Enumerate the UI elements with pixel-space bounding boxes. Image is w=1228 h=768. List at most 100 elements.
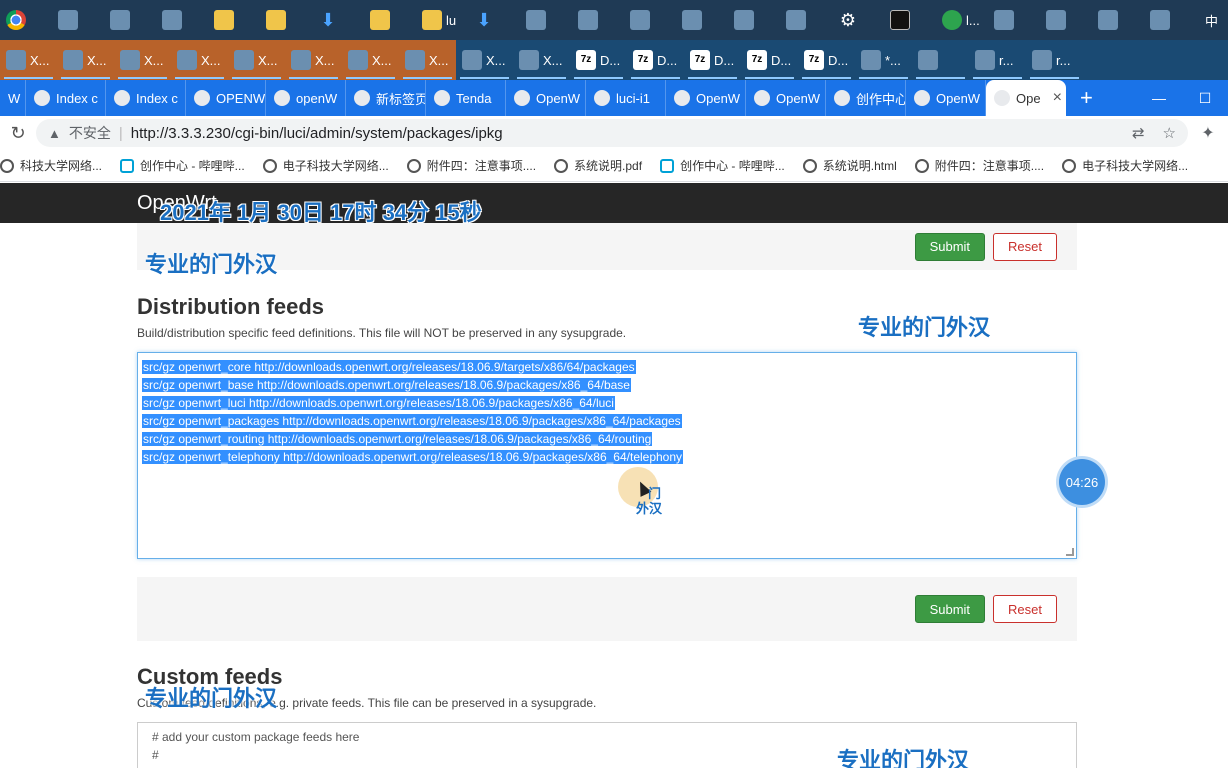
taskbar-item[interactable] (104, 0, 156, 40)
submit-button[interactable]: Submit (914, 595, 986, 623)
taskbar-item[interactable] (52, 0, 104, 40)
taskbar-window-label: X... (372, 52, 392, 68)
taskbar-window-button[interactable]: r... (969, 40, 1026, 80)
taskbar-item[interactable]: ⬇ (468, 0, 520, 40)
bookmark-item[interactable]: 系统说明.html (802, 157, 897, 174)
taskbar-item[interactable] (572, 0, 624, 40)
taskbar-window-button[interactable]: 7z D... (741, 40, 798, 80)
tab-favicon-icon (354, 90, 370, 106)
bookmark-item[interactable]: 创作中心 - 哔哩哔... (660, 157, 785, 174)
taskbar-item[interactable] (260, 0, 312, 40)
taskbar-window-button[interactable]: *... (855, 40, 912, 80)
taskbar-window-button[interactable]: X... (228, 40, 285, 80)
bookmark-label: 电子科技大学网络... (282, 159, 389, 173)
taskbar-window-button[interactable]: X... (342, 40, 399, 80)
taskbar-item[interactable]: ⚙ (832, 0, 884, 40)
bookmark-item[interactable]: 创作中心 - 哔哩哔... (120, 157, 245, 174)
extensions-icon[interactable]: ✦ (1188, 123, 1228, 143)
taskbar-item[interactable] (988, 0, 1040, 40)
submit-button[interactable]: Submit (914, 232, 986, 261)
browser-tab[interactable]: 创作中心 (826, 80, 906, 116)
taskbar-window-button[interactable]: X... (0, 40, 57, 80)
taskbar-window-button[interactable]: X... (513, 40, 570, 80)
browser-tab[interactable]: OpenW (666, 80, 746, 116)
taskbar-item[interactable] (156, 0, 208, 40)
taskbar-window-label: X... (315, 52, 335, 68)
taskbar-item[interactable] (364, 0, 416, 40)
minimize-icon[interactable]: — (1136, 90, 1182, 106)
bookmark-item[interactable]: 附件四：注意事项.... (914, 157, 1044, 174)
reset-button[interactable]: Reset (993, 232, 1057, 261)
input-method-indicator[interactable]: 中 (1205, 11, 1218, 30)
maximize-icon[interactable]: ☐ (1182, 90, 1228, 107)
recording-timer[interactable]: 04:26 (1059, 459, 1105, 505)
reload-icon[interactable]: ↻ (0, 123, 36, 144)
browser-tab[interactable]: 新标签页 (346, 80, 426, 116)
taskbar-window-button[interactable]: X... (399, 40, 456, 80)
cursor-watermark-line-2: 外汉 (636, 501, 663, 516)
network-icon (975, 50, 995, 70)
browser-tab[interactable]: OpenW (906, 80, 986, 116)
distribution-feeds-textarea[interactable]: src/gz openwrt_core http://downloads.ope… (137, 352, 1077, 559)
bookmark-item[interactable]: 电子科技大学网络... (262, 157, 389, 174)
taskbar-item[interactable] (520, 0, 572, 40)
taskbar-item[interactable] (728, 0, 780, 40)
taskbar-item[interactable] (208, 0, 260, 40)
browser-tab[interactable]: OpenW (506, 80, 586, 116)
security-label[interactable]: 不安全 (69, 123, 111, 143)
reset-button[interactable]: Reset (993, 595, 1057, 623)
taskbar-window-label: D... (714, 52, 735, 68)
browser-tab[interactable]: Index c (26, 80, 106, 116)
browser-tab[interactable]: OpenW (746, 80, 826, 116)
taskbar-item[interactable] (1040, 0, 1092, 40)
browser-tab[interactable]: openW (266, 80, 346, 116)
feed-line: src/gz openwrt_luci http://downloads.ope… (142, 394, 1072, 412)
taskbar-window-button[interactable]: X... (57, 40, 114, 80)
browser-tab-label: Index c (136, 90, 178, 106)
browser-tab[interactable]: Ope × (986, 80, 1066, 116)
browser-tab-label: Ope (1016, 90, 1041, 106)
feed-line-text: src/gz openwrt_telephony http://download… (142, 450, 684, 464)
warning-icon[interactable]: ▲ (48, 126, 61, 141)
taskbar-item[interactable] (0, 0, 52, 40)
bookmark-item[interactable]: 附件四：注意事项.... (406, 157, 536, 174)
taskbar-item[interactable]: l... (936, 0, 988, 40)
taskbar-window-button[interactable]: 7z D... (798, 40, 855, 80)
network-icon (519, 50, 539, 70)
taskbar-item[interactable]: ⬇ (312, 0, 364, 40)
taskbar-item[interactable] (884, 0, 936, 40)
taskbar-window-button[interactable]: X... (456, 40, 513, 80)
taskbar-item[interactable]: lu (416, 0, 468, 40)
browser-tab[interactable]: Tenda (426, 80, 506, 116)
bookmark-label: 创作中心 - 哔哩哔... (680, 159, 785, 173)
taskbar-window-button[interactable]: 7z D... (570, 40, 627, 80)
omnibox[interactable]: ▲ 不安全 | http://3.3.3.230/cgi-bin/luci/ad… (36, 119, 1188, 147)
folder-icon (370, 10, 390, 30)
browser-tab[interactable]: Index c (106, 80, 186, 116)
browser-tab[interactable]: OPENW (186, 80, 266, 116)
taskbar-item[interactable] (624, 0, 676, 40)
taskbar-window-button[interactable]: X... (285, 40, 342, 80)
translate-icon[interactable]: ⇄ (1132, 124, 1145, 142)
taskbar-item[interactable] (1144, 0, 1196, 40)
browser-tab[interactable]: luci-i1 (586, 80, 666, 116)
tab-favicon-icon (594, 90, 610, 106)
bookmark-item[interactable]: 系统说明.pdf (554, 157, 642, 174)
url-text[interactable]: http://3.3.3.230/cgi-bin/luci/admin/syst… (131, 125, 503, 142)
bookmark-item[interactable]: 科技大学网络... (0, 157, 102, 174)
bookmark-star-icon[interactable]: ☆ (1163, 124, 1176, 142)
resize-handle[interactable] (1066, 548, 1074, 556)
browser-tab[interactable]: W (0, 80, 26, 116)
taskbar-window-button[interactable]: X... (114, 40, 171, 80)
taskbar-window-button[interactable] (912, 40, 969, 80)
taskbar-item[interactable] (1092, 0, 1144, 40)
taskbar-window-button[interactable]: 7z D... (684, 40, 741, 80)
close-tab-icon[interactable]: × (1053, 89, 1062, 107)
new-tab-icon[interactable]: + (1066, 85, 1107, 111)
taskbar-window-button[interactable]: X... (171, 40, 228, 80)
taskbar-window-button[interactable]: 7z D... (627, 40, 684, 80)
taskbar-item[interactable] (676, 0, 728, 40)
bookmark-item[interactable]: 电子科技大学网络... (1062, 157, 1188, 174)
taskbar-window-button[interactable]: r... (1026, 40, 1083, 80)
taskbar-item[interactable] (780, 0, 832, 40)
